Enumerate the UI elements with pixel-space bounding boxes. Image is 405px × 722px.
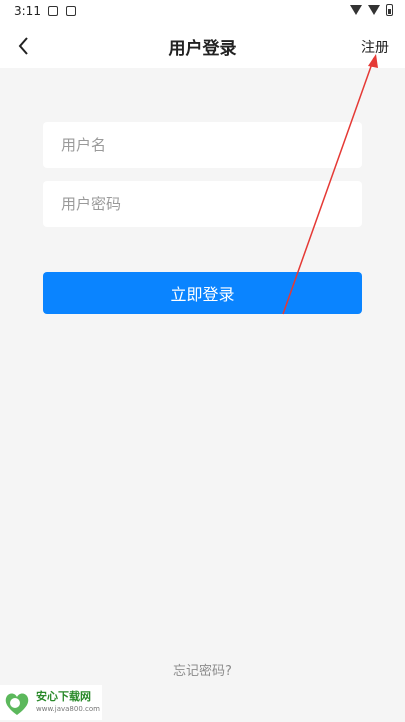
register-link[interactable]: 注册 (361, 37, 389, 57)
login-button[interactable]: 立即登录 (43, 272, 362, 314)
watermark-heart-icon (2, 688, 32, 718)
status-icons (350, 4, 393, 16)
page-title: 用户登录 (168, 39, 237, 59)
notification-a-icon (48, 6, 58, 16)
watermark: 安心下载网 www.java800.com (0, 685, 102, 720)
annotation-arrow (282, 54, 378, 315)
wifi-icon (350, 5, 362, 15)
status-time: 3:11 (14, 4, 41, 18)
password-field[interactable] (43, 181, 362, 227)
password-input[interactable] (59, 194, 346, 214)
forgot-password-link[interactable]: 忘记密码? (0, 660, 405, 679)
watermark-text: 安心下载网 www.java800.com (36, 689, 100, 715)
username-field[interactable] (43, 122, 362, 168)
nav-bar: 用户登录 注册 (0, 24, 405, 68)
signal-icon (368, 5, 380, 15)
battery-icon (386, 4, 393, 16)
watermark-name: 安心下载网 (36, 689, 91, 703)
notification-card-icon (66, 6, 76, 16)
username-input[interactable] (59, 135, 346, 155)
watermark-url: www.java800.com (36, 704, 100, 713)
status-bar: 3:11 (0, 0, 405, 24)
